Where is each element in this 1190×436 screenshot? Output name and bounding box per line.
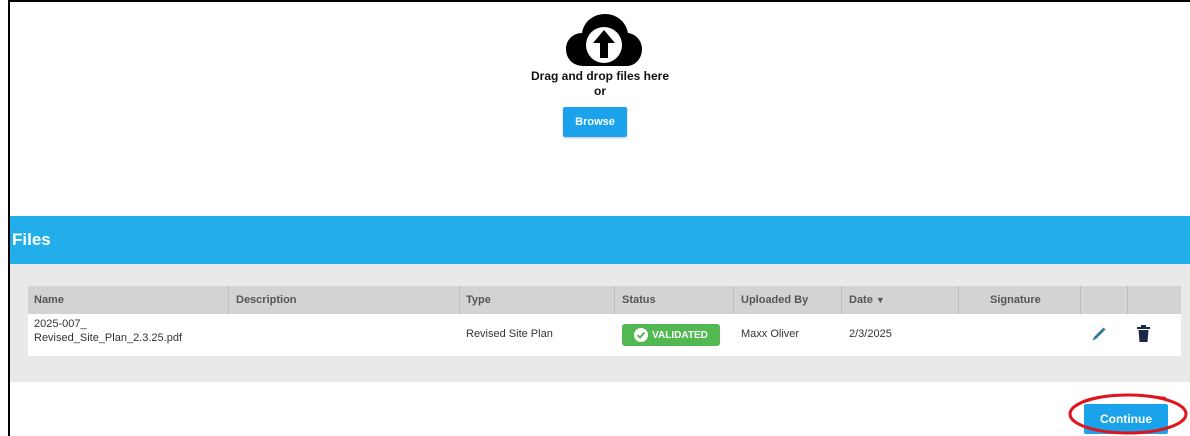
file-drop-zone[interactable]: Drag and drop files here or Browse <box>10 2 1190 216</box>
browse-button[interactable]: Browse <box>563 107 627 137</box>
column-header-date[interactable]: Date ▼ <box>849 294 885 306</box>
column-divider <box>614 286 615 314</box>
column-divider <box>841 286 842 314</box>
column-divider <box>733 286 734 314</box>
column-divider <box>958 286 959 314</box>
trash-icon[interactable] <box>1137 325 1150 342</box>
files-title: Files <box>12 230 51 249</box>
continue-button[interactable]: Continue <box>1084 404 1168 434</box>
table-row: 2025-007_ Revised_Site_Plan_2.3.25.pdf R… <box>28 314 1181 356</box>
column-header-uploaded-by[interactable]: Uploaded By <box>741 294 808 306</box>
column-header-signature[interactable]: Signature <box>990 294 1041 306</box>
column-header-type[interactable]: Type <box>466 294 491 306</box>
or-text: or <box>594 84 606 98</box>
column-header-status[interactable]: Status <box>622 294 656 306</box>
page-frame: Drag and drop files here or Browse Files… <box>8 0 1190 436</box>
drag-drop-text: Drag and drop files here <box>530 69 670 83</box>
file-name-line2: Revised_Site_Plan_2.3.25.pdf <box>34 332 182 344</box>
column-divider <box>228 286 229 314</box>
column-divider <box>1080 286 1081 314</box>
table-header: Name Description Type Status Uploaded By… <box>28 286 1181 314</box>
pencil-icon[interactable] <box>1091 326 1107 342</box>
column-divider <box>1127 286 1128 314</box>
column-divider <box>459 286 460 314</box>
status-badge: VALIDATED <box>622 324 720 346</box>
cloud-upload-icon <box>566 14 642 66</box>
files-table: Name Description Type Status Uploaded By… <box>28 286 1181 356</box>
check-icon <box>634 328 649 342</box>
status-label: VALIDATED <box>652 329 708 341</box>
file-name-line1: 2025-007_ <box>34 318 87 330</box>
upload-date: 2/3/2025 <box>849 328 892 340</box>
sort-desc-icon: ▼ <box>875 295 885 305</box>
uploaded-by: Maxx Oliver <box>741 328 800 340</box>
files-panel: Name Description Type Status Uploaded By… <box>10 264 1190 382</box>
files-section-header: Files <box>10 216 1190 264</box>
column-header-description[interactable]: Description <box>236 294 297 306</box>
column-header-name[interactable]: Name <box>34 294 64 306</box>
file-type: Revised Site Plan <box>466 328 553 340</box>
column-header-date-label: Date <box>849 294 873 306</box>
